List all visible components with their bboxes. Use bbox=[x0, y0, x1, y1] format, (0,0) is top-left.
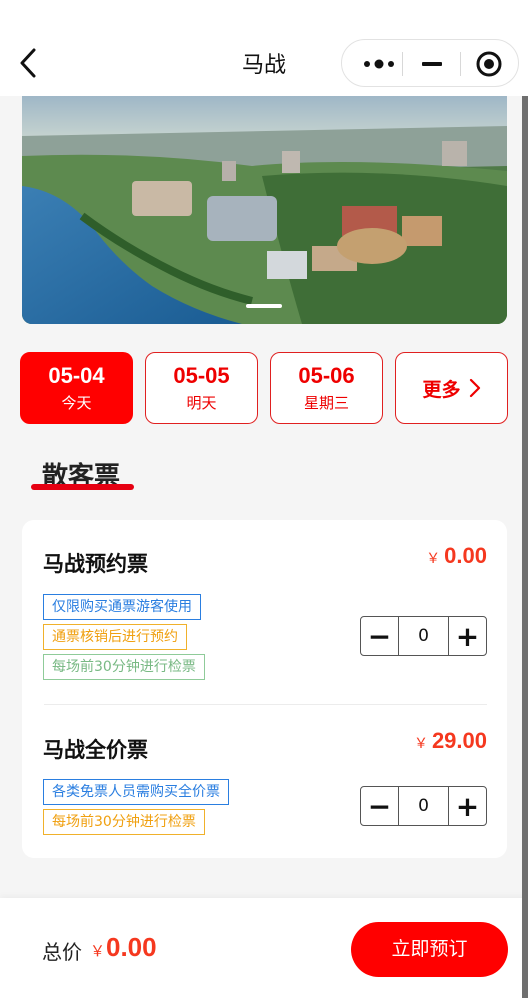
increase-button[interactable]: + bbox=[449, 617, 486, 655]
mini-program-capsule bbox=[341, 39, 519, 87]
date-card-tomorrow[interactable]: 05-05 明天 bbox=[145, 352, 258, 424]
ticket-name: 马战全价票 bbox=[43, 738, 148, 762]
date-card-wednesday[interactable]: 05-06 星期三 bbox=[270, 352, 383, 424]
date-weekday: 今天 bbox=[61, 394, 92, 412]
capsule-divider bbox=[402, 52, 403, 76]
quantity-stepper: − 0 + bbox=[360, 616, 487, 656]
date-card-today[interactable]: 05-04 今天 bbox=[20, 352, 133, 424]
top-nav-bar: 马战 bbox=[0, 0, 528, 96]
date-weekday: 明天 bbox=[186, 394, 217, 412]
currency-symbol: ￥ bbox=[426, 550, 441, 566]
date-weekday: 星期三 bbox=[303, 394, 349, 412]
price-value: 0.00 bbox=[444, 543, 487, 568]
total-label: 总价 bbox=[42, 940, 82, 964]
minimize-icon bbox=[422, 62, 442, 66]
carousel-indicator bbox=[246, 304, 282, 308]
target-circle-icon bbox=[476, 51, 502, 77]
ticket-tag: 每场前30分钟进行检票 bbox=[43, 654, 205, 680]
ticket-name: 马战预约票 bbox=[43, 552, 148, 576]
decrease-button[interactable]: − bbox=[361, 787, 398, 825]
date-value: 05-05 bbox=[173, 363, 230, 388]
aerial-park-image bbox=[22, 96, 507, 324]
quantity-stepper: − 0 + bbox=[360, 786, 487, 826]
ticket-list-panel: 马战预约票 ￥ 0.00 仅限购买通票游客使用 通票核销后进行预约 每场前30分钟… bbox=[22, 520, 507, 858]
ticket-tag: 各类免票人员需购买全价票 bbox=[43, 779, 229, 805]
ticket-tag: 仅限购买通票游客使用 bbox=[43, 594, 201, 620]
book-now-button[interactable]: 立即预订 bbox=[351, 922, 508, 977]
decrease-button[interactable]: − bbox=[361, 617, 398, 655]
ticket-price: ￥ 0.00 bbox=[426, 543, 487, 569]
banner-image[interactable] bbox=[22, 96, 507, 324]
date-value: 05-06 bbox=[298, 363, 355, 388]
price-value: 29.00 bbox=[431, 728, 487, 753]
ticket-price: ￥ 29.00 bbox=[414, 728, 487, 754]
currency-symbol: ￥ bbox=[90, 942, 106, 960]
close-miniprogram-button[interactable] bbox=[461, 40, 517, 88]
date-value: 05-04 bbox=[48, 363, 105, 388]
total-price: 0.00 bbox=[106, 932, 157, 962]
scrollbar-track[interactable] bbox=[522, 96, 528, 998]
chevron-right-icon bbox=[469, 378, 480, 398]
ticket-divider bbox=[44, 704, 487, 705]
ticket-tag: 通票核销后进行预约 bbox=[43, 624, 187, 650]
more-dates-button[interactable]: 更多 bbox=[395, 352, 508, 424]
checkout-bar: 总价 ￥ 0.00 立即预订 bbox=[0, 898, 528, 998]
increase-button[interactable]: + bbox=[449, 787, 486, 825]
quantity-value[interactable]: 0 bbox=[398, 787, 449, 825]
quantity-value[interactable]: 0 bbox=[398, 617, 449, 655]
menu-button[interactable] bbox=[350, 40, 408, 88]
more-dates-label: 更多 bbox=[422, 378, 461, 401]
ticket-tag: 每场前30分钟进行检票 bbox=[43, 809, 205, 835]
minimize-button[interactable] bbox=[404, 40, 460, 88]
currency-symbol: ￥ bbox=[413, 735, 428, 751]
more-dots-icon bbox=[364, 59, 394, 69]
section-title-underline bbox=[31, 484, 134, 490]
